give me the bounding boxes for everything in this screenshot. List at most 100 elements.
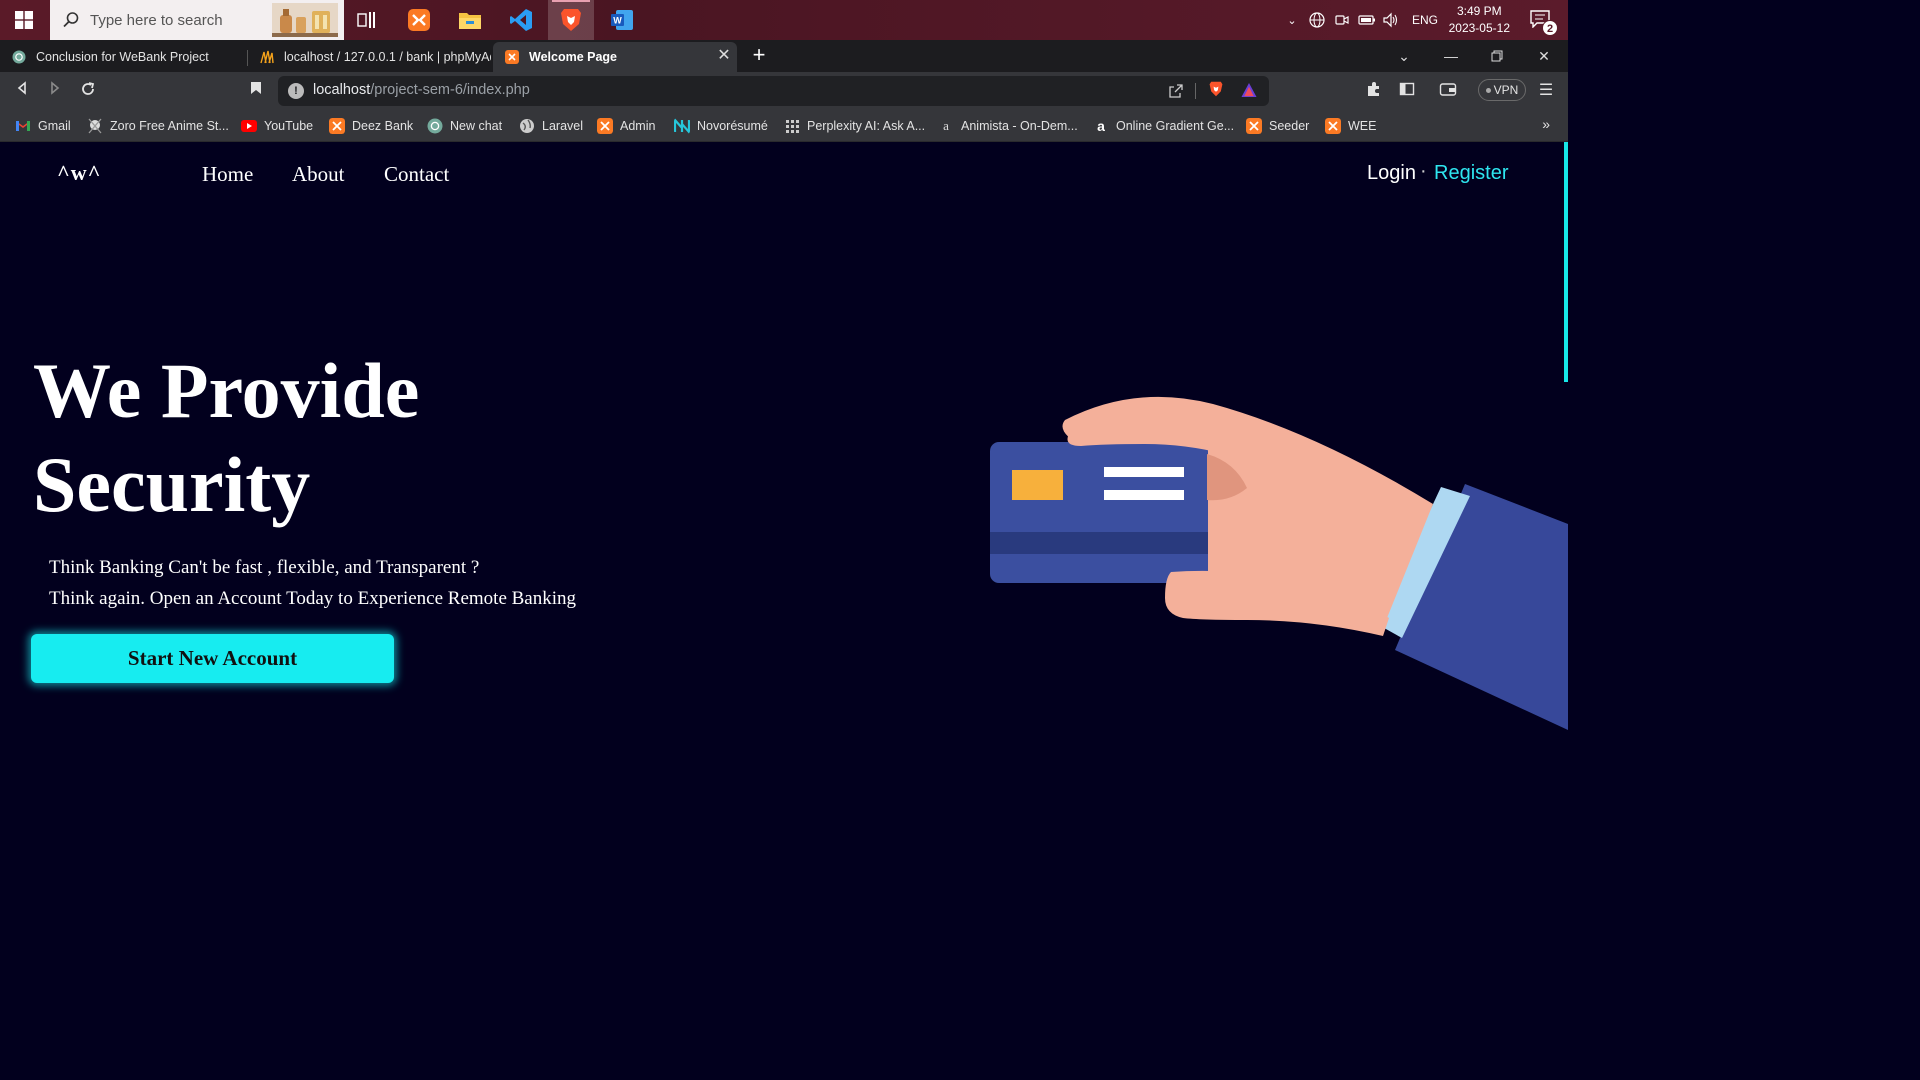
back-button[interactable] (12, 81, 32, 101)
bookmark-label: Online Gradient Ge... (1116, 119, 1235, 133)
bookmark-deez-bank[interactable]: Deez Bank (329, 116, 413, 136)
xampp-icon (329, 118, 345, 134)
taskbar-task-view-button[interactable] (344, 0, 390, 40)
tab-welcome-page[interactable]: Welcome Page ✕ (493, 42, 737, 72)
nav-link-home[interactable]: Home (202, 162, 253, 187)
minimize-button[interactable]: — (1428, 40, 1474, 72)
start-new-account-button[interactable]: Start New Account (31, 634, 394, 683)
search-icon (63, 12, 79, 28)
vpn-button[interactable]: VPN (1478, 79, 1526, 101)
search-placeholder: Type here to search (90, 11, 223, 29)
scrollbar[interactable] (1564, 142, 1568, 382)
address-bar[interactable]: ! localhost/project-sem-6/index.php (278, 76, 1269, 106)
bookmark-label: Zoro Free Anime St... (110, 119, 229, 133)
restore-button[interactable] (1474, 40, 1520, 72)
close-window-button[interactable]: ✕ (1521, 40, 1567, 72)
bookmark-animista[interactable]: a Animista - On-Dem... (938, 116, 1078, 136)
register-link[interactable]: Register (1434, 162, 1508, 185)
bookmark-gmail[interactable]: Gmail (15, 116, 71, 136)
taskbar-clock[interactable]: 3:49 PM 2023-05-12 (1449, 3, 1510, 37)
clock-time: 3:49 PM (1456, 4, 1502, 18)
openai-icon (427, 118, 443, 134)
bookmark-youtube[interactable]: YouTube (241, 116, 313, 136)
folder-icon (459, 13, 481, 29)
bookmark-page-button[interactable] (246, 81, 266, 101)
word-icon: W (611, 10, 633, 30)
url-text[interactable]: localhost/project-sem-6/index.php (313, 82, 530, 98)
bookmark-gradient-generator[interactable]: a Online Gradient Ge... (1093, 116, 1234, 136)
bookmark-admin[interactable]: Admin (597, 116, 655, 136)
chevron-up-icon[interactable]: ⌄ (1284, 14, 1300, 27)
hero-subtitle-line-1: Think Banking Can't be fast , flexible, … (49, 557, 480, 578)
bookmarks-bar: Gmail Zoro Free Anime St... YouTube Deez… (0, 110, 1568, 142)
globe-icon (520, 119, 534, 133)
network-globe-icon[interactable] (1308, 11, 1326, 29)
bookmark-wee[interactable]: WEE (1325, 116, 1376, 136)
bookmark-label: Perplexity AI: Ask A... (807, 119, 926, 133)
browser-menu-button[interactable]: ☰ (1536, 81, 1556, 101)
bookmark-perplexity[interactable]: Perplexity AI: Ask A... (784, 116, 925, 136)
taskbar-vscode-button[interactable] (498, 0, 544, 40)
notification-center-button[interactable]: 2 (1530, 10, 1558, 36)
omnibox-divider (1195, 83, 1196, 99)
card-line-1 (1104, 467, 1184, 477)
forward-button[interactable] (45, 81, 65, 101)
tab-title: Welcome Page (529, 50, 618, 64)
url-host: localhost (313, 82, 371, 98)
tab-title: localhost / 127.0.0.1 / bank | phpMyAdmi… (284, 50, 491, 64)
hero-heading-line-1: We Provide (33, 347, 420, 434)
site-logo[interactable]: ^w^ (57, 160, 101, 186)
tab-conclusion[interactable]: Conclusion for WeBank Project (0, 42, 246, 72)
extensions-button[interactable] (1364, 81, 1384, 101)
wallet-icon (1439, 83, 1457, 96)
svg-text:W: W (613, 16, 622, 26)
hero-heading-line-2: Security (33, 441, 311, 528)
sidebar-button[interactable] (1397, 81, 1417, 101)
bookmark-new-chat[interactable]: New chat (427, 116, 502, 136)
reload-button[interactable] (78, 81, 98, 101)
meet-now-icon[interactable] (1334, 12, 1350, 28)
nav-link-contact[interactable]: Contact (384, 162, 449, 187)
xampp-icon (597, 118, 613, 134)
brave-lion-icon (561, 9, 581, 31)
taskbar-search-input[interactable]: Type here to search (50, 0, 344, 40)
tab-search-button[interactable]: ⌄ (1381, 40, 1427, 72)
taskbar-xampp-button[interactable] (396, 0, 442, 40)
back-arrow-icon (17, 81, 26, 95)
youtube-icon (241, 120, 257, 132)
card-line-2 (1104, 490, 1184, 500)
language-indicator[interactable]: ENG (1412, 13, 1438, 27)
bookmark-novoresume[interactable]: Novorésumé (674, 116, 768, 136)
bookmarks-overflow-button[interactable]: » (1542, 116, 1550, 132)
nav-link-about[interactable]: About (292, 162, 345, 187)
xampp-icon (1325, 118, 1341, 134)
tab-close-icon[interactable]: ✕ (717, 48, 731, 64)
grid-icon (786, 120, 799, 133)
bookmark-label: New chat (450, 119, 503, 133)
battery-icon[interactable] (1358, 14, 1376, 26)
bookmark-label: Novorésumé (697, 119, 768, 133)
taskbar-word-button[interactable]: W (599, 0, 645, 40)
new-tab-button[interactable]: + (748, 44, 770, 66)
taskbar-brave-button[interactable] (548, 0, 594, 40)
search-highlight-illustration-icon (272, 3, 338, 37)
notification-badge: 2 (1542, 20, 1558, 36)
bookmark-seeder[interactable]: Seeder (1246, 116, 1309, 136)
volume-icon[interactable] (1382, 12, 1400, 28)
share-icon[interactable] (1168, 83, 1184, 99)
tab-phpmyadmin[interactable]: localhost / 127.0.0.1 / bank | phpMyAdmi… (248, 42, 491, 72)
card-magnetic-stripe (990, 532, 1208, 554)
bookmark-zoro[interactable]: Zoro Free Anime St... (87, 116, 229, 136)
bookmark-laravel[interactable]: Laravel (519, 116, 583, 136)
phpmyadmin-icon (260, 50, 274, 64)
login-link[interactable]: Login (1367, 162, 1416, 185)
taskbar-file-explorer-button[interactable] (447, 0, 493, 40)
task-view-icon (357, 12, 375, 28)
windows-start-button[interactable] (0, 0, 48, 40)
wallet-button[interactable] (1438, 81, 1458, 101)
windows-logo-icon (15, 11, 33, 29)
site-info-icon[interactable]: ! (288, 83, 304, 99)
bookmark-label: WEE (1348, 119, 1377, 133)
brave-shields-icon[interactable] (1207, 81, 1225, 97)
brave-rewards-icon[interactable] (1240, 82, 1258, 98)
